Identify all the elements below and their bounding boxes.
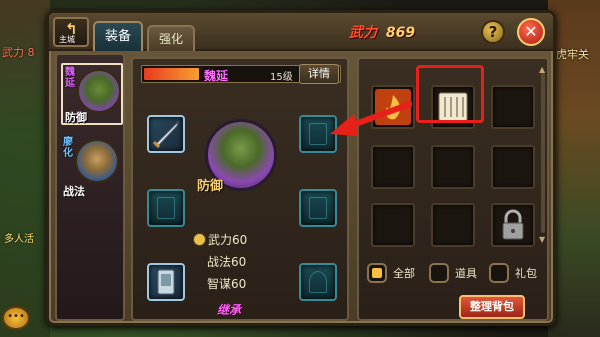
filter-label: 全部 [393, 267, 415, 280]
robe-slot[interactable] [299, 189, 337, 227]
inventory-slot-8[interactable] [431, 203, 475, 247]
equipment-window: ↰ 主城 装备 强化 武力 869 ? ✕ 魏延 防御 廖化 战法 魏延 15级… [46, 10, 556, 326]
tutorial-highlight-box [416, 65, 484, 123]
stat-label: 武力 [208, 233, 233, 247]
power-display: 武力 869 [349, 22, 415, 42]
hero-role: 防御 [65, 111, 87, 124]
mount-slot[interactable] [299, 263, 337, 301]
close-icon[interactable]: ✕ [517, 18, 545, 46]
hero-detail-name: 魏延 [204, 69, 229, 83]
token-icon [157, 269, 175, 295]
inventory-scrollbar[interactable] [541, 73, 545, 233]
hero-card-liaohua[interactable]: 廖化 战法 [61, 135, 123, 198]
inventory-slot-7[interactable] [371, 203, 415, 247]
hero-big-role: 防御 [197, 179, 224, 194]
inherit-button[interactable]: 继承 [217, 301, 241, 318]
inventory-slot-3[interactable] [491, 85, 535, 129]
hero-role: 战法 [63, 185, 85, 198]
weapon-slot[interactable] [147, 115, 185, 153]
sort-bag-button[interactable]: 整理背包 [459, 295, 525, 319]
hero-name: 魏延 [65, 67, 75, 89]
inventory-slot-5[interactable] [431, 145, 475, 189]
stat-force-icon [193, 233, 206, 246]
filter-gifts-checkbox[interactable] [489, 263, 509, 283]
back-button-label: 主城 [59, 35, 75, 44]
inventory-slot-locked[interactable] [491, 203, 535, 247]
armor-icon [157, 197, 175, 219]
hero-level: 15级 [270, 72, 293, 83]
stat-label: 战法 [207, 255, 232, 269]
power-value: 869 [385, 25, 416, 41]
game-screen: 武力 8 多人活 虎牢关 ••• ↰ 主城 装备 强化 武力 869 ? ✕ 魏… [0, 0, 600, 337]
stat-force: 武力60 [193, 231, 247, 248]
sword-icon [152, 120, 179, 149]
robe-icon [309, 197, 327, 219]
hero-card-weiyan[interactable]: 魏延 防御 [61, 63, 123, 125]
stat-tactics: 战法60 [207, 253, 246, 270]
stat-value: 60 [231, 255, 247, 269]
question-icon[interactable]: ? [481, 20, 505, 44]
chat-icon[interactable]: ••• [2, 306, 30, 330]
hero-portrait-liaohua [75, 139, 119, 183]
inventory-slot-4[interactable] [371, 145, 415, 189]
tab-equipment[interactable]: 装备 [93, 21, 143, 51]
stat-value: 60 [231, 277, 247, 291]
detail-button[interactable]: 详情 [299, 64, 339, 84]
horse-icon [309, 271, 327, 293]
inventory-slot-6[interactable] [491, 145, 535, 189]
filter-items-checkbox[interactable] [429, 263, 449, 283]
token-slot[interactable] [147, 263, 185, 301]
tutorial-arrow-icon [330, 101, 412, 136]
armor-slot[interactable] [147, 189, 185, 227]
window-titlebar: ↰ 主城 装备 强化 武力 869 ? ✕ [49, 13, 553, 51]
bg-hulaoguan-text: 虎牢关 [556, 48, 589, 61]
lock-icon [502, 209, 524, 240]
filter-all-checkbox[interactable] [367, 263, 387, 283]
bg-power-text: 武力 8 [2, 46, 35, 59]
stat-wisdom: 智谋60 [207, 275, 246, 292]
hero-list: 魏延 防御 廖化 战法 [55, 53, 125, 321]
tab-enhance[interactable]: 强化 [147, 25, 195, 51]
power-label: 武力 [349, 25, 377, 41]
hero-name: 廖化 [63, 137, 73, 159]
back-to-city-button[interactable]: ↰ 主城 [53, 17, 89, 47]
filter-label: 道具 [455, 267, 477, 280]
stat-label: 智谋 [207, 277, 232, 291]
bg-multiplayer-text: 多人活 [4, 234, 34, 245]
hero-portrait-weiyan [77, 69, 121, 113]
stat-value: 60 [232, 233, 248, 247]
filter-label: 礼包 [515, 267, 537, 280]
exp-bar-fill [144, 68, 199, 80]
scroll-down-icon[interactable]: ▼ [539, 235, 545, 244]
hero-detail-panel: 魏延 15级 详情 防御 武力60 战法60 智谋60 继承 [131, 57, 349, 321]
